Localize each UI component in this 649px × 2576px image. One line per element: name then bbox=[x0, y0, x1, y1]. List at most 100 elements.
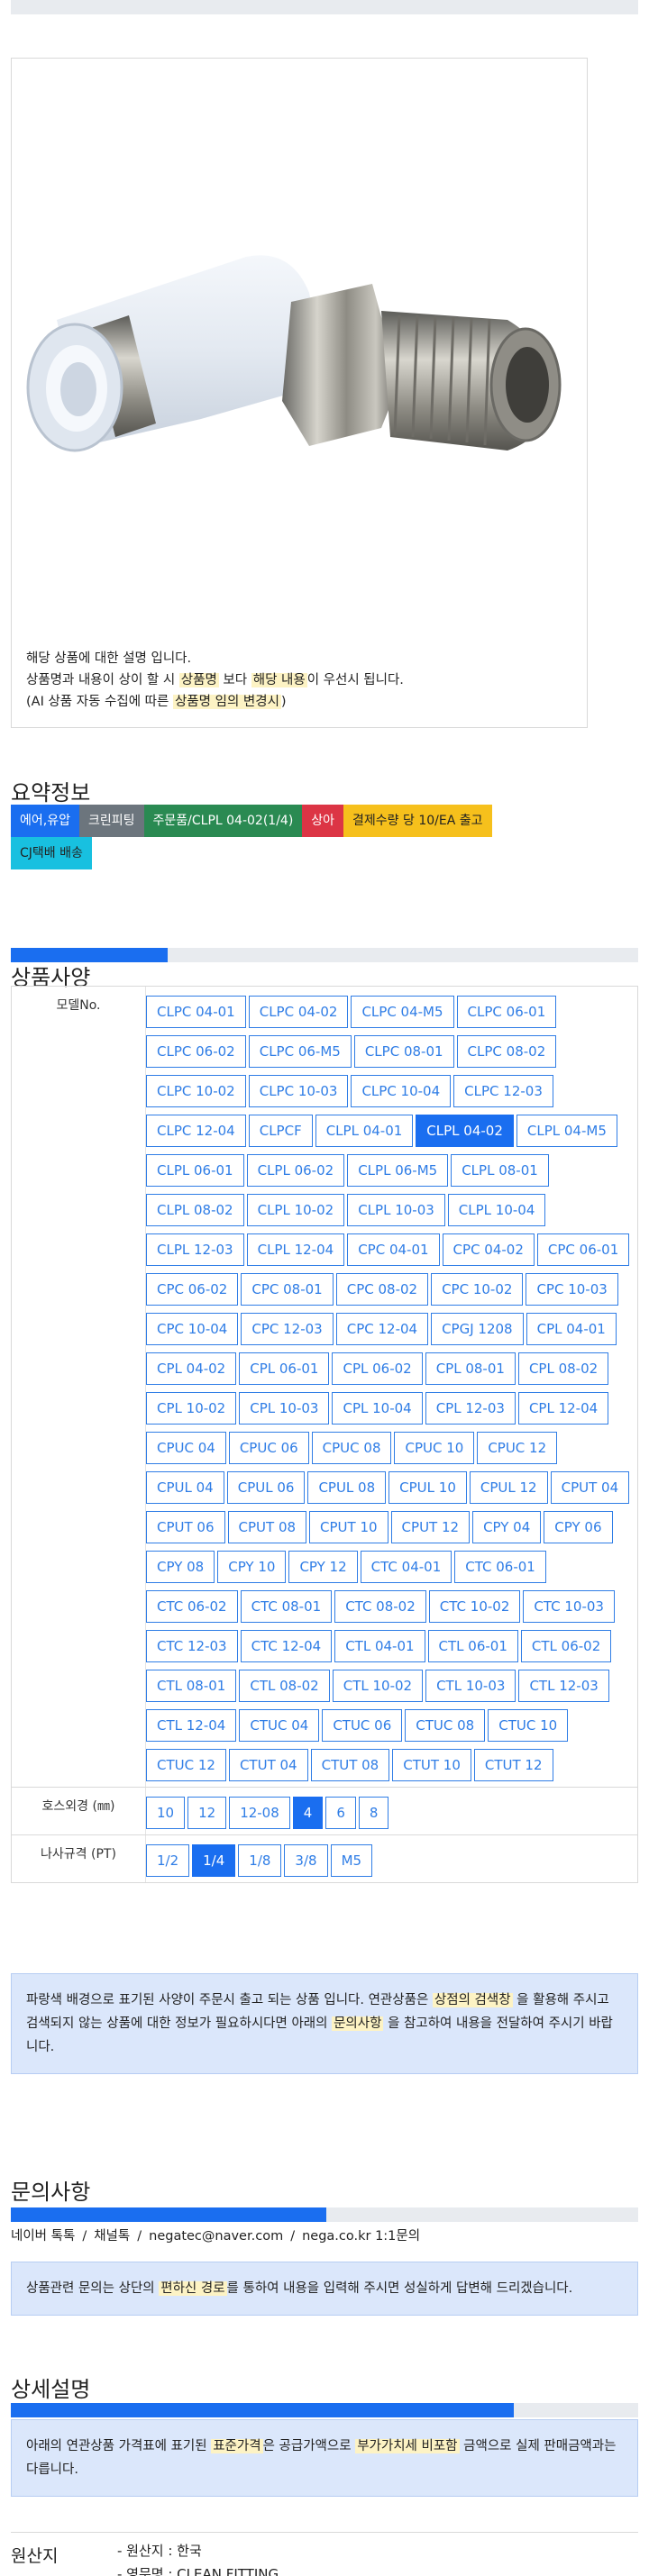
models-option[interactable]: CLPL 04-02 bbox=[416, 1115, 514, 1147]
models-option[interactable]: CPL 10-03 bbox=[239, 1392, 330, 1425]
thread-option[interactable]: 1/8 bbox=[238, 1844, 282, 1877]
models-option[interactable]: CLPC 10-03 bbox=[248, 1075, 349, 1107]
models-option[interactable]: CTL 12-03 bbox=[518, 1670, 609, 1702]
models-option[interactable]: CLPL 06-M5 bbox=[347, 1154, 449, 1187]
models-option[interactable]: CPL 06-01 bbox=[239, 1352, 330, 1385]
models-option[interactable]: CLPC 06-01 bbox=[456, 996, 557, 1028]
models-option[interactable]: CTL 08-02 bbox=[239, 1670, 330, 1702]
models-option[interactable]: CPY 12 bbox=[288, 1551, 358, 1583]
models-option[interactable]: CTUT 04 bbox=[228, 1749, 308, 1781]
models-option[interactable]: CTUC 10 bbox=[488, 1709, 569, 1742]
models-option[interactable]: CLPC 08-02 bbox=[456, 1035, 557, 1068]
models-option[interactable]: CPL 08-01 bbox=[425, 1352, 516, 1385]
models-option[interactable]: CTUC 12 bbox=[146, 1749, 226, 1781]
thread-option[interactable]: 1/2 bbox=[146, 1844, 190, 1877]
models-option[interactable]: CTL 04-01 bbox=[334, 1630, 425, 1662]
models-option[interactable]: CPUC 06 bbox=[228, 1432, 309, 1464]
models-option[interactable]: CLPC 12-04 bbox=[146, 1115, 246, 1147]
models-option[interactable]: CPUL 06 bbox=[226, 1471, 306, 1504]
hose-option[interactable]: 12 bbox=[187, 1797, 227, 1829]
models-option[interactable]: CPC 12-04 bbox=[335, 1313, 429, 1345]
models-option[interactable]: CPL 08-02 bbox=[517, 1352, 609, 1385]
models-option[interactable]: CPY 10 bbox=[217, 1551, 287, 1583]
models-option[interactable]: CPL 06-02 bbox=[332, 1352, 423, 1385]
models-option[interactable]: CPUT 04 bbox=[550, 1471, 630, 1504]
models-option[interactable]: CLPL 04-01 bbox=[315, 1115, 414, 1147]
models-option[interactable]: CPUC 08 bbox=[311, 1432, 392, 1464]
models-option[interactable]: CLPL 10-03 bbox=[347, 1194, 445, 1226]
models-option[interactable]: CPC 06-02 bbox=[146, 1273, 239, 1306]
hose-option[interactable]: 8 bbox=[358, 1797, 389, 1829]
models-option[interactable]: CLPL 12-03 bbox=[146, 1233, 244, 1266]
models-option[interactable]: CPY 08 bbox=[146, 1551, 215, 1583]
contact-link[interactable]: negatec@naver.com bbox=[149, 2229, 283, 2244]
contact-link[interactable]: 네이버 톡톡 bbox=[11, 2229, 75, 2244]
models-option[interactable]: CTUT 10 bbox=[392, 1749, 471, 1781]
models-option[interactable]: CLPC 04-02 bbox=[248, 996, 349, 1028]
models-option[interactable]: CPC 04-02 bbox=[442, 1233, 535, 1266]
models-option[interactable]: CPUC 12 bbox=[477, 1432, 558, 1464]
hose-option[interactable]: 4 bbox=[292, 1797, 324, 1829]
models-option[interactable]: CTUC 04 bbox=[239, 1709, 320, 1742]
models-option[interactable]: CPC 04-01 bbox=[347, 1233, 440, 1266]
models-option[interactable]: CPUC 10 bbox=[394, 1432, 475, 1464]
models-option[interactable]: CTC 10-02 bbox=[428, 1590, 521, 1623]
hose-option[interactable]: 12-08 bbox=[229, 1797, 290, 1829]
models-option[interactable]: CPL 10-04 bbox=[332, 1392, 423, 1425]
models-option[interactable]: CLPC 06-M5 bbox=[248, 1035, 352, 1068]
contact-link[interactable]: nega.co.kr 1:1문의 bbox=[302, 2229, 420, 2244]
models-option[interactable]: CPGJ 1208 bbox=[431, 1313, 524, 1345]
models-option[interactable]: CTUC 08 bbox=[405, 1709, 486, 1742]
models-option[interactable]: CLPC 06-02 bbox=[146, 1035, 246, 1068]
models-option[interactable]: CPUL 08 bbox=[307, 1471, 387, 1504]
models-option[interactable]: CPUC 04 bbox=[146, 1432, 226, 1464]
models-option[interactable]: CPY 06 bbox=[544, 1511, 613, 1543]
models-option[interactable]: CTUT 08 bbox=[310, 1749, 390, 1781]
models-option[interactable]: CTL 06-02 bbox=[520, 1630, 612, 1662]
models-option[interactable]: CTL 08-01 bbox=[146, 1670, 237, 1702]
models-option[interactable]: CTC 08-02 bbox=[334, 1590, 426, 1623]
thread-option[interactable]: 1/4 bbox=[192, 1844, 236, 1877]
thread-option[interactable]: 3/8 bbox=[284, 1844, 328, 1877]
models-option[interactable]: CPC 06-01 bbox=[536, 1233, 630, 1266]
models-option[interactable]: CPC 12-03 bbox=[241, 1313, 334, 1345]
models-option[interactable]: CPY 04 bbox=[472, 1511, 542, 1543]
models-option[interactable]: CLPL 08-02 bbox=[146, 1194, 244, 1226]
models-option[interactable]: CPC 10-03 bbox=[526, 1273, 618, 1306]
models-option[interactable]: CPL 12-04 bbox=[517, 1392, 609, 1425]
models-option[interactable]: CPC 08-02 bbox=[335, 1273, 429, 1306]
models-option[interactable]: CTL 12-04 bbox=[146, 1709, 237, 1742]
hose-option[interactable]: 6 bbox=[325, 1797, 356, 1829]
models-option[interactable]: CTL 10-02 bbox=[332, 1670, 424, 1702]
models-option[interactable]: CPUL 10 bbox=[388, 1471, 467, 1504]
models-option[interactable]: CPC 10-02 bbox=[431, 1273, 524, 1306]
models-option[interactable]: CLPC 10-02 bbox=[146, 1075, 246, 1107]
models-option[interactable]: CPUT 12 bbox=[390, 1511, 471, 1543]
models-option[interactable]: CLPL 12-04 bbox=[246, 1233, 345, 1266]
models-option[interactable]: CTC 12-03 bbox=[146, 1630, 238, 1662]
models-option[interactable]: CPUT 10 bbox=[309, 1511, 388, 1543]
models-option[interactable]: CTC 06-02 bbox=[146, 1590, 238, 1623]
models-option[interactable]: CPC 10-04 bbox=[146, 1313, 239, 1345]
thread-option[interactable]: M5 bbox=[330, 1844, 373, 1877]
models-option[interactable]: CTC 10-03 bbox=[523, 1590, 615, 1623]
models-option[interactable]: CLPC 12-03 bbox=[453, 1075, 553, 1107]
models-option[interactable]: CTUC 06 bbox=[322, 1709, 403, 1742]
models-option[interactable]: CPUT 08 bbox=[227, 1511, 307, 1543]
models-option[interactable]: CPL 10-02 bbox=[146, 1392, 237, 1425]
contact-link[interactable]: 채널톡 bbox=[94, 2229, 130, 2244]
models-option[interactable]: CTC 12-04 bbox=[240, 1630, 333, 1662]
models-option[interactable]: CPL 04-02 bbox=[146, 1352, 237, 1385]
models-option[interactable]: CPL 04-01 bbox=[526, 1313, 617, 1345]
models-option[interactable]: CLPCF bbox=[248, 1115, 313, 1147]
models-option[interactable]: CPC 08-01 bbox=[241, 1273, 334, 1306]
models-option[interactable]: CTC 08-01 bbox=[240, 1590, 333, 1623]
models-option[interactable]: CLPL 06-01 bbox=[146, 1154, 244, 1187]
models-option[interactable]: CLPL 04-M5 bbox=[516, 1115, 617, 1147]
models-option[interactable]: CLPC 04-01 bbox=[146, 996, 246, 1028]
models-option[interactable]: CTC 06-01 bbox=[454, 1551, 546, 1583]
models-option[interactable]: CPUL 04 bbox=[146, 1471, 224, 1504]
models-option[interactable]: CLPC 08-01 bbox=[353, 1035, 454, 1068]
models-option[interactable]: CLPC 10-04 bbox=[351, 1075, 452, 1107]
models-option[interactable]: CPL 12-03 bbox=[425, 1392, 516, 1425]
